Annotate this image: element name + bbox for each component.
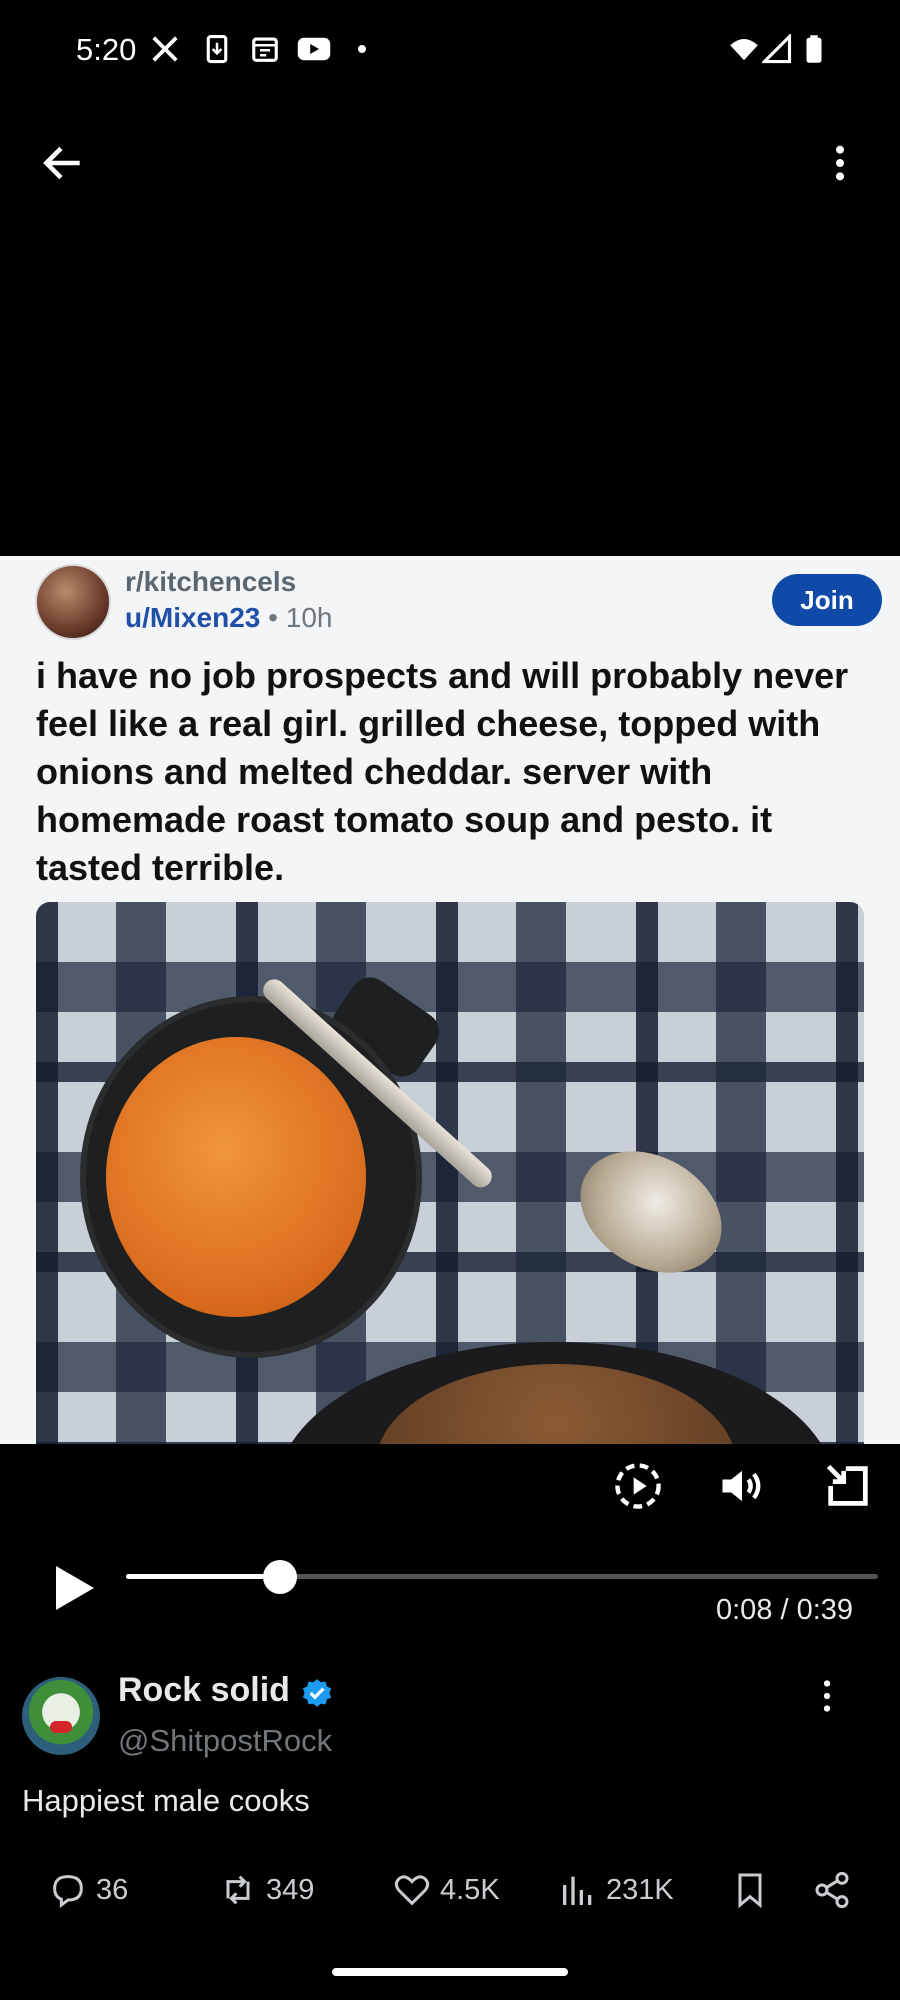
join-button: Join	[772, 574, 882, 626]
subreddit-avatar	[35, 564, 111, 640]
subreddit-name: r/kitchencels	[125, 566, 297, 597]
tweet-more-button[interactable]	[812, 1676, 842, 1716]
post-username: u/Mixen23	[125, 602, 261, 633]
video-time: 0:08 / 0:39	[716, 1594, 854, 1626]
like-count: 4.5K	[440, 1873, 500, 1906]
spoon-head	[558, 1126, 744, 1298]
signal-icon	[760, 32, 792, 64]
volume-button[interactable]	[716, 1460, 768, 1512]
youtube-icon	[296, 34, 332, 64]
status-time: 5:20	[76, 32, 137, 67]
views-count: 231K	[606, 1873, 674, 1906]
play-icon	[56, 1566, 94, 1610]
home-indicator[interactable]	[332, 1968, 568, 1976]
back-button[interactable]	[38, 138, 88, 188]
post-text: i have no job prospects and will probabl…	[36, 655, 849, 888]
more-options-button[interactable]	[820, 138, 860, 188]
arrow-left-icon	[43, 146, 80, 180]
reply-icon	[53, 1875, 83, 1908]
verified-badge-icon	[300, 1676, 334, 1710]
x-logo-icon	[150, 34, 180, 64]
volume-icon	[722, 1470, 761, 1502]
progress-scrubber[interactable]	[263, 1560, 298, 1594]
calendar-icon	[250, 34, 280, 64]
share-button[interactable]	[812, 1866, 852, 1914]
reply-button[interactable]: 36	[48, 1866, 128, 1914]
display-name[interactable]: Rock solid	[118, 1671, 290, 1710]
progress-fill	[126, 1574, 281, 1579]
exit-fullscreen-button[interactable]	[822, 1460, 874, 1512]
bookmark-icon	[738, 1873, 762, 1909]
more-vertical-icon	[823, 1680, 831, 1712]
repost-count: 349	[266, 1873, 315, 1906]
play-button[interactable]	[50, 1562, 98, 1614]
avatar[interactable]	[22, 1677, 100, 1755]
bookmark-button[interactable]	[730, 1866, 770, 1914]
tomato-soup	[106, 1037, 366, 1317]
meta-separator: •	[260, 602, 286, 633]
repost-button[interactable]: 349	[218, 1866, 314, 1914]
views-button[interactable]: 231K	[558, 1866, 674, 1914]
views-chart-icon	[563, 1876, 592, 1905]
autoplay-icon	[615, 1463, 661, 1509]
food-photo	[36, 902, 864, 1462]
post-meta: u/Mixen23 • 10h	[125, 602, 332, 634]
download-icon	[202, 34, 232, 64]
heart-icon	[394, 1875, 430, 1906]
battery-icon	[802, 34, 826, 64]
tweet-text: Happiest male cooks	[22, 1783, 310, 1818]
user-handle[interactable]: @ShitpostRock	[118, 1723, 332, 1759]
like-button[interactable]: 4.5K	[392, 1866, 500, 1914]
wifi-icon	[726, 34, 762, 64]
share-icon	[815, 1871, 849, 1909]
status-bar: 5:20	[0, 0, 900, 100]
post-age: 10h	[285, 602, 333, 633]
exit-fullscreen-icon	[826, 1464, 868, 1506]
reply-count: 36	[96, 1873, 129, 1906]
autoplay-button[interactable]	[612, 1460, 664, 1512]
more-vertical-icon	[836, 145, 844, 181]
dot-icon	[350, 34, 374, 64]
repost-icon	[226, 1875, 250, 1905]
